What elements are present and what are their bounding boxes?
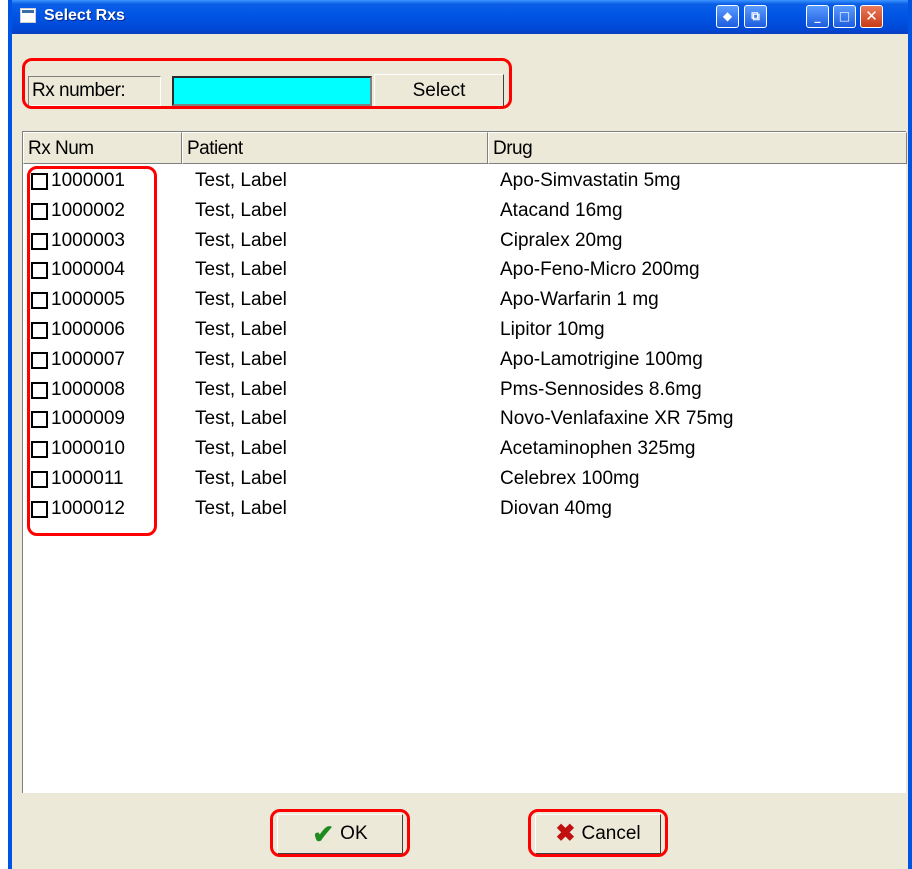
drug-cell: Acetaminophen 325mg xyxy=(500,438,696,460)
ok-button[interactable]: ✔ OK xyxy=(277,814,403,854)
cancel-button[interactable]: ✖ Cancel xyxy=(535,814,661,854)
table-row[interactable]: 1000002 Test, Label Atacand 16mg xyxy=(23,196,903,226)
table-row[interactable]: 1000009 Test, Label Novo-Venlafaxine XR 75… xyxy=(23,404,903,434)
window-title: Select Rxs xyxy=(44,7,125,24)
patient-cell: Test, Label xyxy=(195,408,287,430)
rx-num-cell: 1000005 xyxy=(51,289,125,311)
table-row[interactable]: 1000010 Test, Label Acetaminophen 325mg xyxy=(23,434,903,464)
export-icon[interactable]: ⧉ xyxy=(744,5,767,28)
table-row[interactable]: 1000003 Test, Label Cipralex 20mg xyxy=(23,226,903,256)
patient-cell: Test, Label xyxy=(195,229,287,251)
row-checkbox[interactable] xyxy=(31,471,48,488)
patient-cell: Test, Label xyxy=(195,259,287,281)
patient-cell: Test, Label xyxy=(195,170,287,191)
table-row[interactable]: 1000005 Test, Label Apo-Warfarin 1 mg xyxy=(23,285,903,315)
drug-cell: Apo-Simvastatin 5mg xyxy=(500,170,681,191)
rx-num-cell: 1000006 xyxy=(51,319,125,340)
row-checkbox[interactable] xyxy=(31,500,48,518)
row-checkbox[interactable] xyxy=(31,381,48,399)
row-checkbox[interactable] xyxy=(31,441,48,459)
rx-num-cell: 1000008 xyxy=(51,378,125,400)
window-icon xyxy=(20,8,36,23)
select-rxs-window: Select Rxs ◆ ⧉ _ □ ✕ Rx number: Select R… xyxy=(8,0,912,869)
row-checkbox[interactable] xyxy=(31,262,48,280)
dialog-footer: ✔ OK ✖ Cancel xyxy=(12,793,908,869)
table-row[interactable]: 1000012 Test, Label Diovan 40mg xyxy=(23,494,903,524)
drug-cell: Diovan 40mg xyxy=(500,497,612,519)
drug-cell: Lipitor 10mg xyxy=(500,319,605,340)
list-header: Rx Num Patient Drug xyxy=(23,132,907,164)
column-drug[interactable]: Drug xyxy=(488,132,907,164)
patient-cell: Test, Label xyxy=(195,378,287,400)
rx-num-cell: 1000010 xyxy=(51,438,125,460)
row-checkbox[interactable] xyxy=(31,292,48,310)
search-toolbar: Rx number: Select xyxy=(12,34,908,118)
title-bar[interactable]: Select Rxs ◆ ⧉ _ □ ✕ xyxy=(12,0,908,34)
drug-cell: Atacand 16mg xyxy=(500,199,623,221)
rx-num-cell: 1000012 xyxy=(51,497,125,519)
minimize-button[interactable]: _ xyxy=(806,5,829,28)
patient-cell: Test, Label xyxy=(195,348,287,370)
drug-cell: Apo-Lamotrigine 100mg xyxy=(500,348,703,370)
patient-cell: Test, Label xyxy=(195,199,287,221)
rx-num-cell: 1000007 xyxy=(51,348,125,370)
table-row[interactable]: 1000006 Test, Label Lipitor 10mg xyxy=(23,315,903,345)
row-checkbox[interactable] xyxy=(31,232,48,250)
close-button[interactable]: ✕ xyxy=(860,5,883,28)
rx-num-cell: 1000009 xyxy=(51,408,125,430)
cancel-label: Cancel xyxy=(581,823,641,844)
patient-cell: Test, Label xyxy=(195,438,287,460)
rx-num-cell: 1000003 xyxy=(51,229,125,251)
patient-cell: Test, Label xyxy=(195,319,287,340)
table-row[interactable]: 1000008 Test, Label Pms-Sennosides 8.6mg xyxy=(23,375,903,405)
drug-cell: Apo-Warfarin 1 mg xyxy=(500,289,659,311)
rx-number-label: Rx number: xyxy=(28,76,161,106)
drug-cell: Celebrex 100mg xyxy=(500,468,640,489)
x-icon: ✖ xyxy=(555,820,576,847)
check-icon: ✔ xyxy=(312,819,335,849)
table-row[interactable]: 1000011 Test, Label Celebrex 100mg xyxy=(23,464,903,494)
rx-list: Rx Num Patient Drug 1000001 Test, Label Ap… xyxy=(22,131,907,793)
table-row[interactable]: 1000004 Test, Label Apo-Feno-Micro 200mg xyxy=(23,255,903,285)
row-checkbox[interactable] xyxy=(31,322,48,339)
row-checkbox[interactable] xyxy=(31,411,48,429)
row-checkbox[interactable] xyxy=(31,351,48,369)
select-button[interactable]: Select xyxy=(374,74,504,108)
row-checkbox[interactable] xyxy=(31,202,48,220)
drug-cell: Apo-Feno-Micro 200mg xyxy=(500,259,700,281)
ok-label: OK xyxy=(340,823,368,844)
restore-arrows-icon[interactable]: ◆ xyxy=(716,5,739,28)
patient-cell: Test, Label xyxy=(195,289,287,311)
rx-num-cell: 1000011 xyxy=(51,468,124,489)
column-rx-num[interactable]: Rx Num xyxy=(23,132,182,164)
drug-cell: Pms-Sennosides 8.6mg xyxy=(500,378,702,400)
rx-num-cell: 1000001 xyxy=(51,170,125,191)
rx-number-input[interactable] xyxy=(172,76,372,106)
row-checkbox[interactable] xyxy=(31,173,48,190)
maximize-button[interactable]: □ xyxy=(833,5,856,28)
column-patient[interactable]: Patient xyxy=(182,132,488,164)
drug-cell: Novo-Venlafaxine XR 75mg xyxy=(500,408,734,430)
rx-num-cell: 1000004 xyxy=(51,259,125,281)
drug-cell: Cipralex 20mg xyxy=(500,229,623,251)
patient-cell: Test, Label xyxy=(195,468,287,489)
table-row[interactable]: 1000007 Test, Label Apo-Lamotrigine 100mg xyxy=(23,345,903,375)
rx-num-cell: 1000002 xyxy=(51,199,125,221)
patient-cell: Test, Label xyxy=(195,497,287,519)
table-row[interactable]: 1000001 Test, Label Apo-Simvastatin 5mg xyxy=(23,166,903,196)
